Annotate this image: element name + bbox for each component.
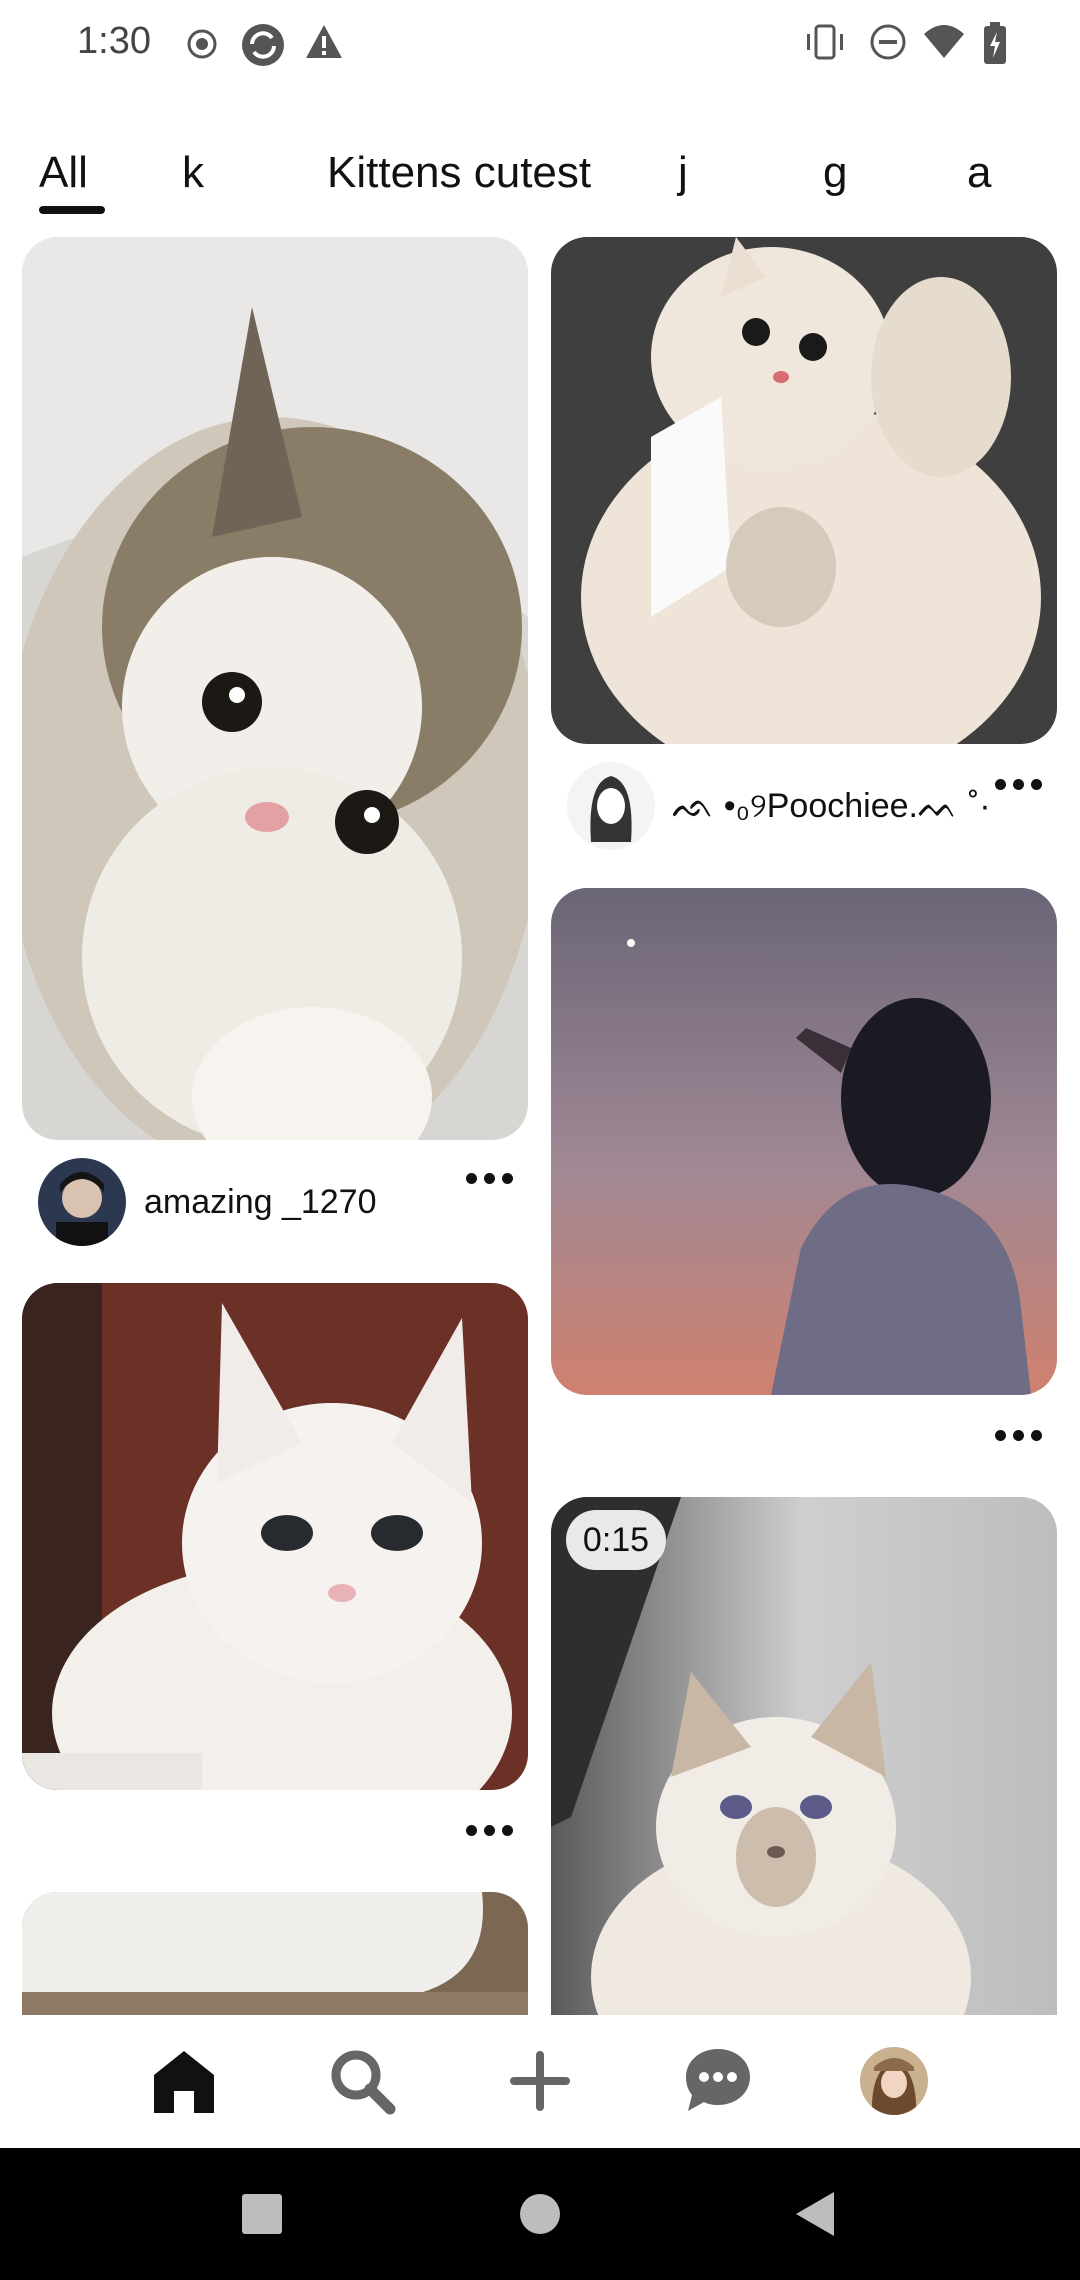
dot-icon [484, 1825, 495, 1836]
pin-fluffy-kitten[interactable] [551, 237, 1057, 744]
status-bar: 1:30 [0, 0, 1080, 88]
pin-tabby-kitten[interactable] [22, 237, 528, 1140]
selected-tab-indicator [39, 206, 105, 214]
pin-birman-video[interactable] [551, 1497, 1057, 2052]
dot-icon [1013, 779, 1024, 790]
user-avatar-image [567, 762, 655, 850]
sunset-girl-image [551, 888, 1057, 1395]
dot-icon [1031, 779, 1042, 790]
profile-avatar[interactable] [858, 2045, 930, 2117]
messages-icon[interactable] [682, 2045, 754, 2117]
dot-icon [502, 1825, 513, 1836]
video-duration-badge: 0:15 [566, 1510, 666, 1570]
warning-icon [306, 25, 342, 58]
bottom-navigation [0, 2015, 1080, 2147]
sync-icon [242, 24, 284, 66]
recents-icon[interactable] [242, 2194, 282, 2234]
more-options-button[interactable] [466, 1170, 514, 1186]
back-icon[interactable] [796, 2192, 836, 2236]
board-tabs: All k Kittens cutest j g a [0, 140, 1080, 220]
status-time: 1:30 [77, 20, 151, 62]
more-options-button[interactable] [466, 1822, 514, 1838]
tab-g[interactable]: g [823, 148, 847, 198]
pin-white-cat[interactable] [22, 1283, 528, 1790]
fluffy-kitten-image [551, 237, 1057, 744]
vibrate-icon [807, 24, 843, 60]
dot-icon [1031, 1430, 1042, 1441]
more-options-button[interactable] [995, 1427, 1043, 1443]
avatar[interactable] [38, 1158, 126, 1246]
avatar[interactable] [567, 762, 655, 850]
dot-icon [502, 1173, 513, 1184]
user-avatar-image [38, 1158, 126, 1246]
pin-username[interactable]: amazing _1270 [144, 1183, 377, 1222]
dot-icon [466, 1173, 477, 1184]
dot-icon [995, 779, 1006, 790]
system-navigation-bar [0, 2148, 1080, 2280]
dot-icon [484, 1173, 495, 1184]
record-icon [187, 29, 217, 59]
dot-icon [1013, 1430, 1024, 1441]
tab-all[interactable]: All [39, 148, 88, 198]
birman-cat-image [551, 1497, 1057, 2052]
create-icon[interactable] [504, 2045, 576, 2117]
dot-icon [995, 1430, 1006, 1441]
battery-charging-icon [984, 22, 1006, 64]
tab-kittens-cutest[interactable]: Kittens cutest [327, 148, 591, 198]
tab-a[interactable]: a [967, 148, 991, 198]
tabby-kitten-image [22, 237, 528, 1140]
do-not-disturb-icon [870, 24, 906, 60]
pin-sunset-girl[interactable] [551, 888, 1057, 1395]
home-icon[interactable] [148, 2045, 220, 2117]
wifi-icon [924, 25, 964, 58]
dot-icon [466, 1825, 477, 1836]
tab-j[interactable]: j [678, 148, 688, 198]
pin-username[interactable]: ᨒ •₀୨Poochiee.ᨓ ˚· [672, 787, 991, 826]
more-options-button[interactable] [995, 776, 1043, 792]
white-cat-image [22, 1283, 528, 1790]
search-icon[interactable] [326, 2045, 398, 2117]
tab-k[interactable]: k [182, 148, 204, 198]
home-button-icon[interactable] [520, 2194, 560, 2234]
